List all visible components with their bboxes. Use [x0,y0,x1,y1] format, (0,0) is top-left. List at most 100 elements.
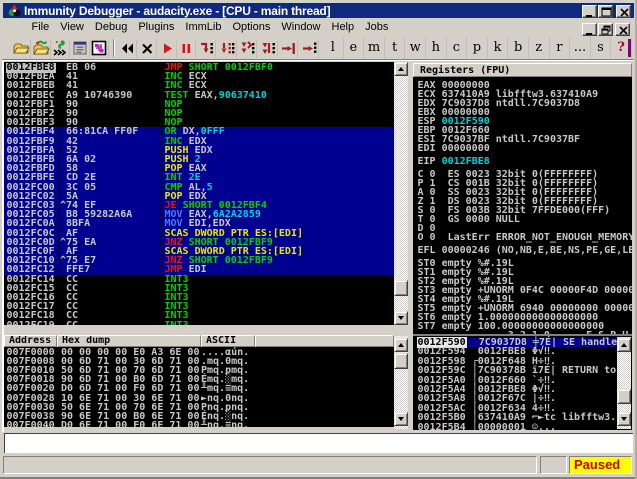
menu-window[interactable]: Window [276,18,326,37]
dump-header-filler [255,335,394,347]
stack-row[interactable]: 0012F5B4 │00000001 ☺... [413,423,632,430]
register-row[interactable]: EFL 00000246 (NO,NB,E,BE,NS,PE,GE,LE) [418,246,633,256]
text-token: EIP [418,156,442,167]
minimize-icon [584,7,597,18]
menu-debug[interactable]: Debug [89,18,132,37]
register-row[interactable]: O 0 LastErr ERROR_NOT_ENOUGH_MEMORY [418,233,633,243]
menu-options[interactable]: Options [227,18,276,37]
python-shell-button[interactable] [51,39,70,58]
toolbar-letter-r[interactable]: r [550,37,571,59]
toolbar-letter-m[interactable]: m [364,37,385,59]
scroll-down-button[interactable] [394,412,408,426]
dump-scrollbar[interactable] [394,336,408,429]
register-row[interactable]: EIP 0012FBE8 [418,157,490,167]
toolbar-letter-t[interactable]: t [385,37,406,59]
mdi-close-button[interactable] [615,23,630,36]
restart-attach-button[interactable] [32,39,51,58]
menu-jobs[interactable]: Jobs [360,18,394,37]
disassembly-scrollbar[interactable] [394,62,408,325]
toolbar-letter-l[interactable]: l [323,37,344,59]
scroll-up-button[interactable] [394,62,408,76]
toolbar-letter-e[interactable]: e [344,37,365,59]
stack-scrollbar[interactable] [617,337,631,429]
restart-button[interactable] [118,39,137,58]
registers-pane[interactable]: EAX 00000000ECX 637410A9 libfftw3.637410… [413,77,632,334]
options-window-button[interactable] [90,39,109,58]
toolbar-grip [628,39,631,57]
menu-view[interactable]: View [55,18,90,37]
dump-header-ascii: ASCII [201,335,255,347]
menu-plugins[interactable]: Plugins [133,18,180,37]
close-x-icon [139,40,156,57]
disassembly-pane[interactable]: 0012FBE8 EB 06JMP SHORT 0012FBF00012FBEA… [4,62,394,325]
register-row[interactable]: EDI 00000000 [418,144,490,154]
scroll-thumb[interactable] [394,353,408,369]
dump-ascii: ╨nq.≡nq. [201,421,249,427]
scroll-up-button[interactable] [617,338,631,352]
toolbar: lemtwhcpkbzr...s? [3,37,634,60]
window-title: Immunity Debugger - audacity.exe - [CPU … [24,4,330,18]
toolbar-separator [113,39,115,57]
arrow-down-icon [398,316,404,320]
command-input[interactable] [4,433,633,453]
toolbar-letter-dots[interactable]: ... [570,37,591,59]
mdi-restore-icon [600,25,613,36]
app-icon [8,4,21,17]
play-icon [159,40,176,57]
toolbar-letter-k[interactable]: k [488,37,509,59]
close-button[interactable] [616,5,631,18]
mdi-minimize-button[interactable] [582,23,597,36]
close-process-button[interactable] [138,39,157,58]
mdi-restore-button[interactable] [598,23,613,36]
arrow-down-icon [398,417,404,421]
menu-file[interactable]: File [26,18,55,37]
step-into-icon [198,40,215,57]
scroll-thumb[interactable] [394,280,408,296]
maximize-button[interactable] [598,5,613,18]
text-token: 0012FBE8 [442,156,490,167]
step-into-button[interactable] [197,39,216,58]
log-window-button[interactable] [71,39,90,58]
menu-immlib[interactable]: ImmLib [180,18,227,37]
toolbar-letter-b[interactable]: b [508,37,529,59]
dump-pane[interactable]: 007F000000 00 00 00 E0 A3 6E 00....αún.0… [4,347,394,427]
run-button[interactable] [158,39,177,58]
trace-into-button[interactable] [238,39,257,58]
execute-till-return-button[interactable] [279,39,298,58]
dump-header-address: Address [4,335,57,347]
toolbar-letter-z[interactable]: z [529,37,550,59]
run-to-user-code-button[interactable] [300,39,319,58]
minimize-button[interactable] [582,5,597,18]
till-user-icon [301,40,318,57]
scroll-up-button[interactable] [394,338,408,352]
open-file-button[interactable] [12,39,31,58]
toolbar-letter-c[interactable]: c [447,37,468,59]
disasm-bytes: CC [60,321,78,325]
stack-entry: 0012F5B4 │00000001 ☺... [418,423,556,430]
scroll-down-button[interactable] [617,412,631,426]
open-folder-icon [13,40,30,57]
mdi-close-icon [617,25,630,36]
pause-icon [178,40,195,57]
disasm-address: 0012FC19 [7,321,55,325]
registers-header[interactable]: Registers (FPU) [413,63,632,77]
column-separator [59,62,60,325]
toolbar-letter-p[interactable]: p [467,37,488,59]
disasm-row[interactable]: 0012FC19 CCINT3 [4,321,394,325]
step-over-button[interactable] [218,39,237,58]
scroll-down-button[interactable] [394,311,408,325]
toolbar-letter-w[interactable]: w [405,37,426,59]
toolbar-letter-h[interactable]: h [426,37,447,59]
title-bar[interactable]: Immunity Debugger - audacity.exe - [CPU … [3,3,634,18]
dump-row[interactable]: 007F0040D0 6E 71 00 F0 6E 71 00╨nq.≡nq. [4,421,394,427]
column-separator [161,62,162,325]
pause-button[interactable] [177,39,196,58]
menu-help[interactable]: Help [326,18,360,37]
immunity-debugger-window: { "window": { "title": "Immunity Debugge… [0,0,637,479]
stack-pane[interactable]: 0012F590 7C9037D8 ╪7É| SE handle0012F594… [413,336,632,430]
maximize-icon [600,7,613,18]
toolbar-letter-s[interactable]: s [591,37,612,59]
trace-over-button[interactable] [259,39,278,58]
till-return-icon [280,40,297,57]
scroll-thumb[interactable] [617,389,631,404]
